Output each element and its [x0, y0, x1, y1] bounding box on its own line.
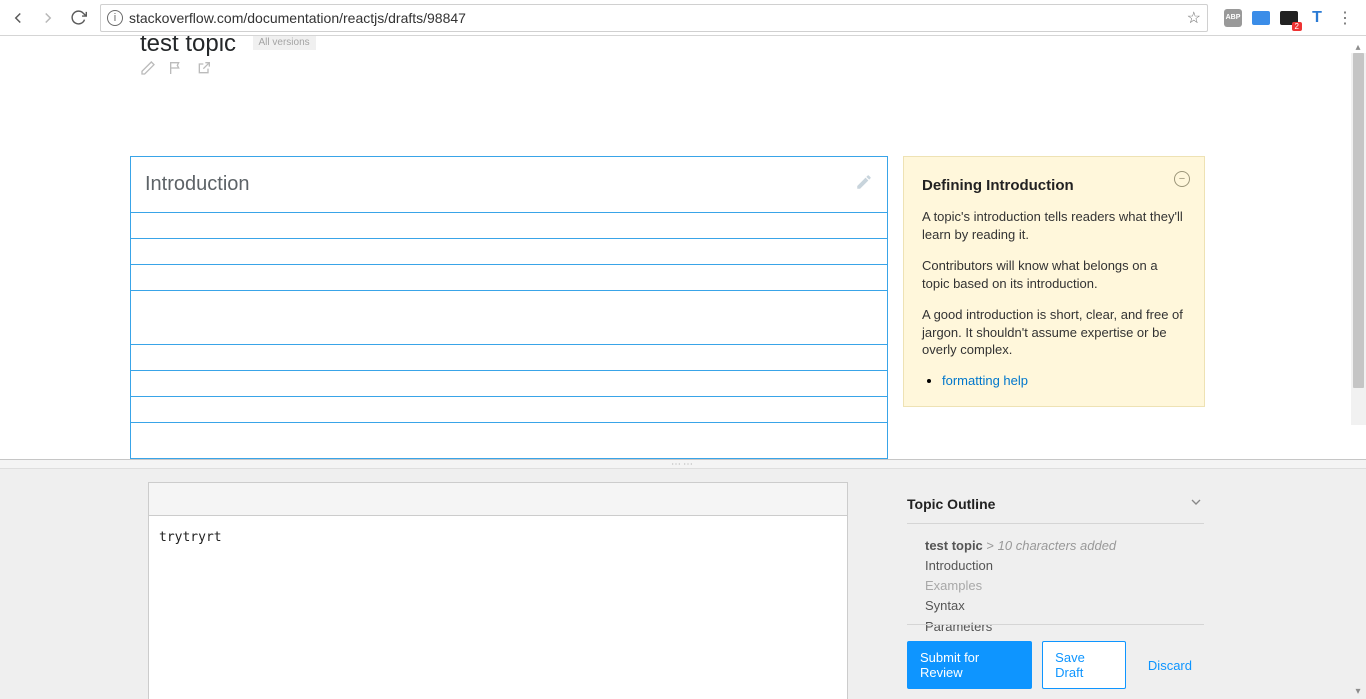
forward-button[interactable] [36, 6, 60, 30]
formatting-help-link[interactable]: formatting help [942, 373, 1028, 388]
extension-icon-dark[interactable]: 2 [1280, 9, 1298, 27]
back-button[interactable] [6, 6, 30, 30]
editor-content[interactable]: trytryrt [149, 516, 847, 559]
chevron-down-icon[interactable] [1188, 494, 1204, 513]
save-draft-button[interactable]: Save Draft [1042, 641, 1126, 689]
split-handle[interactable]: ⋯⋯ [0, 459, 1366, 469]
drag-dots-icon: ⋯⋯ [671, 459, 695, 470]
outline-item[interactable]: Introduction [925, 556, 1204, 576]
page-content: ▴ test topic All versions Introduction [0, 36, 1366, 699]
editor-box: trytryrt [148, 482, 848, 699]
reload-button[interactable] [66, 6, 90, 30]
chrome-menu-icon[interactable]: ⋮ [1336, 9, 1354, 27]
introduction-card: Introduction [130, 156, 888, 459]
help-paragraph: A good introduction is short, clear, and… [922, 306, 1186, 359]
intro-row[interactable] [131, 239, 887, 265]
flag-icon[interactable] [168, 60, 184, 81]
outline-item[interactable]: Examples [925, 576, 1204, 596]
help-paragraph: Contributors will know what belongs on a… [922, 257, 1186, 292]
outline-topic-change: 10 characters added [998, 538, 1117, 553]
bottom-panel: ▾ trytryrt Topic Outline test topic > 1 [0, 469, 1366, 699]
intro-row[interactable] [131, 397, 887, 423]
open-external-icon[interactable] [196, 60, 212, 81]
intro-row[interactable] [131, 423, 887, 458]
browser-toolbar: i stackoverflow.com/documentation/reactj… [0, 0, 1366, 36]
editor-toolbar[interactable] [149, 483, 847, 516]
submit-button[interactable]: Submit for Review [907, 641, 1032, 689]
address-bar[interactable]: i stackoverflow.com/documentation/reactj… [100, 4, 1208, 32]
extension-icon-blue[interactable] [1252, 9, 1270, 27]
intro-row[interactable] [131, 371, 887, 397]
help-paragraph: A topic's introduction tells readers wha… [922, 208, 1186, 243]
introduction-header-row[interactable]: Introduction [131, 157, 887, 213]
pencil-icon[interactable] [855, 173, 873, 196]
action-buttons-row: Submit for Review Save Draft Discard [907, 624, 1204, 689]
topic-action-icons [140, 60, 212, 81]
site-info-icon[interactable]: i [107, 10, 123, 26]
outline-topic-row[interactable]: test topic > 10 characters added [925, 536, 1204, 556]
url-text: stackoverflow.com/documentation/reactjs/… [129, 10, 466, 26]
collapse-icon[interactable]: − [1174, 171, 1190, 187]
discard-button[interactable]: Discard [1136, 650, 1204, 681]
bookmark-star-icon[interactable]: ☆ [1187, 8, 1201, 28]
introduction-title: Introduction [145, 173, 250, 196]
topic-title: test topic [140, 36, 236, 58]
version-badge[interactable]: All versions [253, 36, 316, 50]
intro-row[interactable] [131, 265, 887, 291]
edit-icon[interactable] [140, 60, 156, 81]
intro-row[interactable] [131, 291, 887, 345]
extension-badge: 2 [1292, 22, 1302, 31]
abp-extension-icon[interactable]: ABP [1224, 9, 1242, 27]
scrollbar-thumb[interactable] [1353, 53, 1364, 388]
help-title: Defining Introduction [922, 177, 1186, 194]
outline-heading: Topic Outline [907, 496, 995, 512]
extension-icon-t[interactable]: T [1308, 9, 1326, 27]
scrollbar-down-arrow[interactable]: ▾ [1352, 685, 1364, 697]
scrollbar-up-arrow[interactable]: ▴ [1352, 41, 1364, 53]
outline-item[interactable]: Syntax [925, 596, 1204, 616]
help-panel: − Defining Introduction A topic's introd… [903, 156, 1205, 407]
outline-heading-row[interactable]: Topic Outline [907, 494, 1204, 524]
intro-row[interactable] [131, 213, 887, 239]
extension-icons: ABP 2 T ⋮ [1218, 9, 1360, 27]
outline-topic-name: test topic [925, 538, 983, 553]
intro-row[interactable] [131, 345, 887, 371]
